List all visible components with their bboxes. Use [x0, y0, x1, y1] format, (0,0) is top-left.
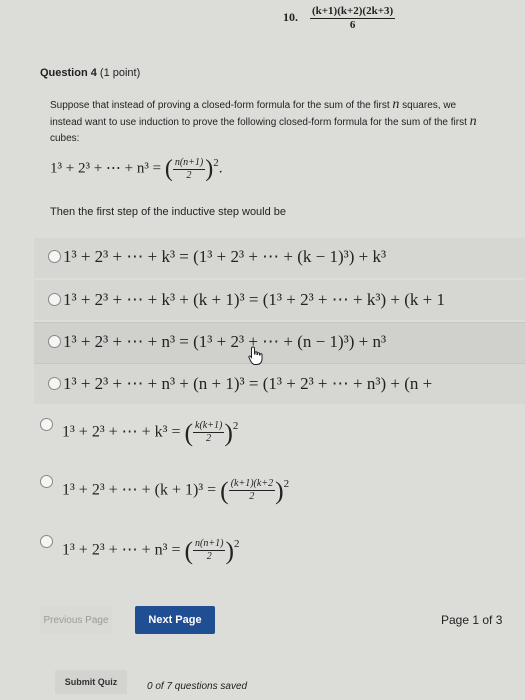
next-page-button[interactable]: Next Page	[135, 606, 215, 634]
radio-option-5[interactable]	[40, 418, 53, 431]
page-indicator: Page 1 of 3	[441, 613, 503, 627]
radio-option-3[interactable]	[48, 335, 61, 348]
radio-option-1[interactable]	[48, 250, 61, 263]
question-prompt: Suppose that instead of proving a closed…	[50, 97, 477, 144]
option-4-text: 1³ + 2³ + ⋯ + n³ + (n + 1)³ = (1³ + 2³ +…	[63, 374, 433, 393]
radio-option-2[interactable]	[48, 293, 61, 306]
question-title: Question 4	[40, 67, 97, 79]
question-points: (1 point)	[99, 67, 141, 79]
option-1-text: 1³ + 2³ + ⋯ + k³ = (1³ + 2³ + ⋯ + (k − 1…	[63, 247, 387, 266]
option-6-text: 1³ + 2³ + ⋯ + (k + 1)³ = ((k+1)(k+2 2)2	[62, 476, 290, 505]
saved-status: 0 of 7 questions saved	[147, 681, 248, 692]
sum-of-cubes-formula: 1³ + 2³ + ⋯ + n³ = (n(n+1) 2)2.	[50, 156, 223, 182]
radio-option-7[interactable]	[40, 535, 53, 548]
question-header: Question 4 (1 point)	[40, 67, 140, 79]
radio-option-4[interactable]	[48, 377, 61, 390]
option-7-text: 1³ + 2³ + ⋯ + n³ = (n(n+1) 2)2	[62, 536, 240, 565]
previous-item-fraction: (k+1)(k+2)(2k+3) 6	[310, 5, 396, 31]
option-3-text: 1³ + 2³ + ⋯ + n³ = (1³ + 2³ + ⋯ + (n − 1…	[63, 332, 387, 351]
submit-quiz-button[interactable]: Submit Quiz	[55, 670, 127, 694]
previous-item-number: 10.	[283, 10, 298, 24]
hand-cursor-icon	[248, 346, 264, 371]
option-5-text: 1³ + 2³ + ⋯ + k³ = (k(k+1) 2)2	[62, 418, 239, 447]
then-text: Then the first step of the inductive ste…	[50, 206, 287, 218]
option-2-text: 1³ + 2³ + ⋯ + k³ + (k + 1)³ = (1³ + 2³ +…	[63, 290, 445, 309]
previous-page-button[interactable]: Previous Page	[40, 606, 112, 634]
radio-option-6[interactable]	[40, 475, 53, 488]
